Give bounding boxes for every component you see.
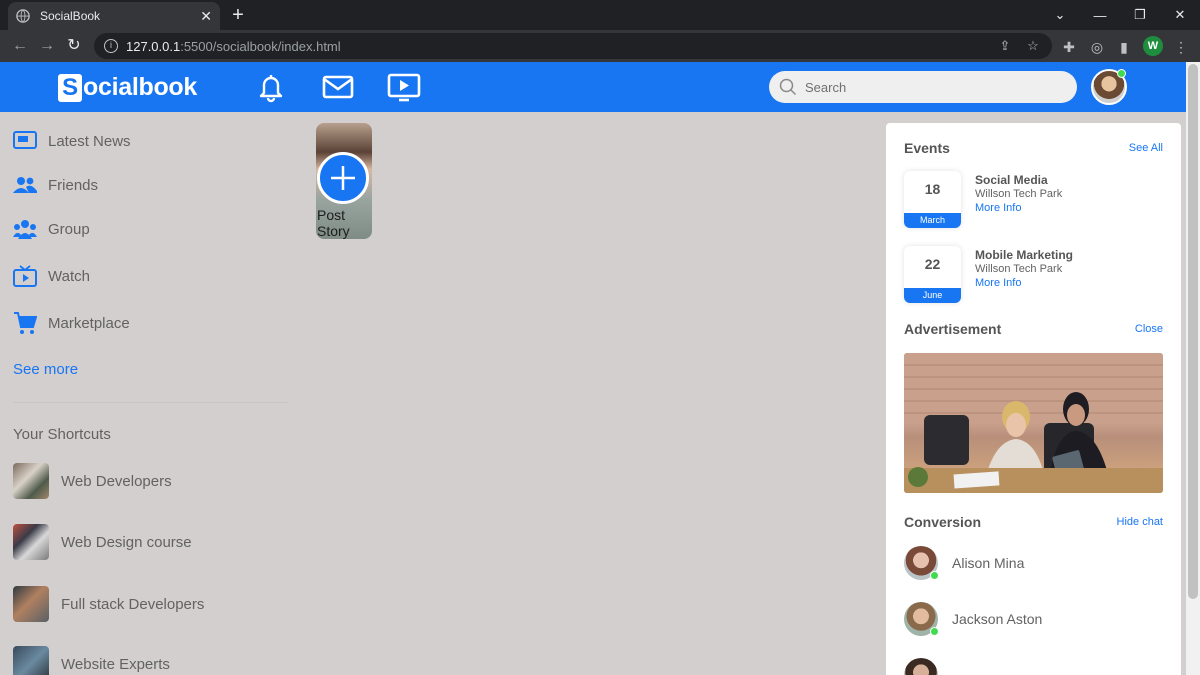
- sidepanel-icon[interactable]: ▮: [1115, 38, 1133, 56]
- event-name: Mobile Marketing: [975, 248, 1074, 262]
- shortcut-web-developers[interactable]: Web Developers: [13, 463, 172, 499]
- contact-avatar: [904, 546, 939, 580]
- conversion-title: Conversion: [904, 514, 982, 530]
- browser-tabstrip: SocialBook ✕ + ⌄ — ❐ ✕: [0, 0, 1200, 30]
- address-url: 127.0.0.1:5500/socialbook/index.html: [126, 38, 341, 54]
- sidebar-item-label: Marketplace: [48, 314, 130, 332]
- add-story-button[interactable]: [317, 152, 369, 204]
- post-story-label: Post Story: [317, 207, 350, 239]
- sidebar-item-latest-news[interactable]: Latest News: [13, 129, 131, 153]
- contact-name: Jackson Aston: [952, 611, 1043, 627]
- watch-icon: [13, 265, 37, 287]
- online-indicator: [930, 627, 939, 636]
- online-indicator: [1117, 69, 1126, 78]
- see-more-link[interactable]: See more: [13, 361, 78, 378]
- globe-icon: [16, 9, 30, 23]
- contact-item[interactable]: Alison Mina: [904, 546, 1024, 580]
- tab-search-icon[interactable]: ⌄: [1040, 0, 1080, 30]
- online-indicator: [930, 571, 939, 580]
- see-all-link[interactable]: See All: [1129, 142, 1163, 154]
- search-icon: [779, 78, 797, 96]
- extensions-icon[interactable]: ✚: [1060, 38, 1078, 56]
- left-sidebar: Latest News Friends Group Watch Marketpl…: [0, 112, 300, 675]
- socialbook-logo[interactable]: Socialbook: [58, 73, 197, 102]
- sidebar-item-group[interactable]: Group: [13, 217, 90, 241]
- window-close-icon[interactable]: ✕: [1160, 0, 1200, 30]
- bookmark-star-icon[interactable]: ☆: [1025, 38, 1041, 54]
- shortcut-website-experts[interactable]: Website Experts: [13, 646, 170, 675]
- cart-icon: [14, 312, 37, 334]
- mail-icon[interactable]: [321, 71, 355, 103]
- close-tab-icon[interactable]: ✕: [200, 8, 212, 25]
- search-input[interactable]: [805, 79, 1065, 95]
- shortcut-thumbnail: [13, 524, 49, 560]
- tab-title: SocialBook: [40, 9, 101, 23]
- sidebar-item-label: Friends: [48, 176, 99, 194]
- browser-toolbar: ← → ↻ i 127.0.0.1:5500/socialbook/index.…: [0, 30, 1200, 62]
- scrollbar-thumb[interactable]: [1188, 64, 1198, 599]
- address-bar[interactable]: i 127.0.0.1:5500/socialbook/index.html: [94, 33, 1052, 59]
- app-header: Socialbook: [0, 62, 1186, 112]
- advertisement-image[interactable]: [904, 353, 1163, 493]
- contact-item-partial[interactable]: [904, 658, 952, 675]
- ad-illustration: [904, 353, 1163, 493]
- sidebar-divider: [13, 402, 289, 403]
- advertisement-title: Advertisement: [904, 321, 1002, 337]
- sidebar-item-label: Watch: [48, 267, 90, 285]
- more-info-link[interactable]: More Info: [975, 277, 1073, 289]
- forward-icon[interactable]: →: [37, 36, 57, 56]
- event-name: Social Media: [975, 173, 1048, 187]
- notification-bell-icon[interactable]: [254, 71, 288, 103]
- sidebar-item-label: Group: [48, 220, 90, 238]
- shortcut-web-design-course[interactable]: Web Design course: [13, 524, 192, 560]
- more-info-link[interactable]: More Info: [975, 202, 1062, 214]
- extension-app-icon[interactable]: ◎: [1088, 38, 1106, 56]
- restore-icon[interactable]: ❐: [1120, 0, 1160, 30]
- event-location: Willson Tech Park: [975, 263, 1063, 275]
- minimize-icon[interactable]: —: [1080, 0, 1120, 30]
- contact-avatar: [904, 602, 939, 636]
- right-sidebar: Events See All 18 March Social Media Wil…: [886, 123, 1181, 675]
- video-icon[interactable]: [387, 71, 421, 103]
- browser-profile-avatar[interactable]: W: [1143, 36, 1163, 56]
- plus-icon: [331, 166, 355, 190]
- event-info: Mobile Marketing Willson Tech Park More …: [975, 248, 1073, 289]
- page-scrollbar[interactable]: [1186, 62, 1200, 675]
- contact-name: Alison Mina: [952, 555, 1025, 571]
- reload-icon[interactable]: ↻: [64, 36, 84, 56]
- search-box[interactable]: [769, 71, 1077, 103]
- browser-menu-icon[interactable]: ⋮: [1172, 38, 1190, 56]
- new-tab-icon[interactable]: +: [228, 3, 248, 27]
- event-location: Willson Tech Park: [975, 188, 1063, 200]
- contact-item[interactable]: Jackson Aston: [904, 602, 1042, 636]
- events-title: Events: [904, 140, 950, 156]
- close-ad-link[interactable]: Close: [1135, 323, 1163, 335]
- shortcuts-title: Your Shortcuts: [13, 426, 111, 443]
- friends-icon: [13, 177, 37, 193]
- share-icon[interactable]: ⇪: [997, 38, 1013, 54]
- sidebar-item-watch[interactable]: Watch: [13, 264, 90, 288]
- event-date-badge: 22 June: [904, 246, 961, 303]
- contact-avatar: [904, 658, 938, 675]
- hide-chat-link[interactable]: Hide chat: [1117, 516, 1163, 528]
- shortcut-full-stack-developers[interactable]: Full stack Developers: [13, 586, 204, 622]
- news-icon: [13, 131, 37, 149]
- sidebar-item-friends[interactable]: Friends: [13, 173, 98, 197]
- event-date-badge: 18 March: [904, 171, 961, 228]
- back-icon[interactable]: ←: [10, 36, 30, 56]
- group-icon: [13, 220, 37, 239]
- post-story-card[interactable]: Post Story: [316, 123, 372, 239]
- sidebar-item-label: Latest News: [48, 132, 131, 150]
- shortcut-thumbnail: [13, 646, 49, 675]
- shortcut-thumbnail: [13, 463, 49, 499]
- browser-tab[interactable]: SocialBook ✕: [8, 2, 220, 30]
- shortcut-thumbnail: [13, 586, 49, 622]
- event-info: Social Media Willson Tech Park More Info: [975, 173, 1062, 214]
- sidebar-item-marketplace[interactable]: Marketplace: [13, 311, 130, 335]
- site-info-icon[interactable]: i: [104, 39, 118, 53]
